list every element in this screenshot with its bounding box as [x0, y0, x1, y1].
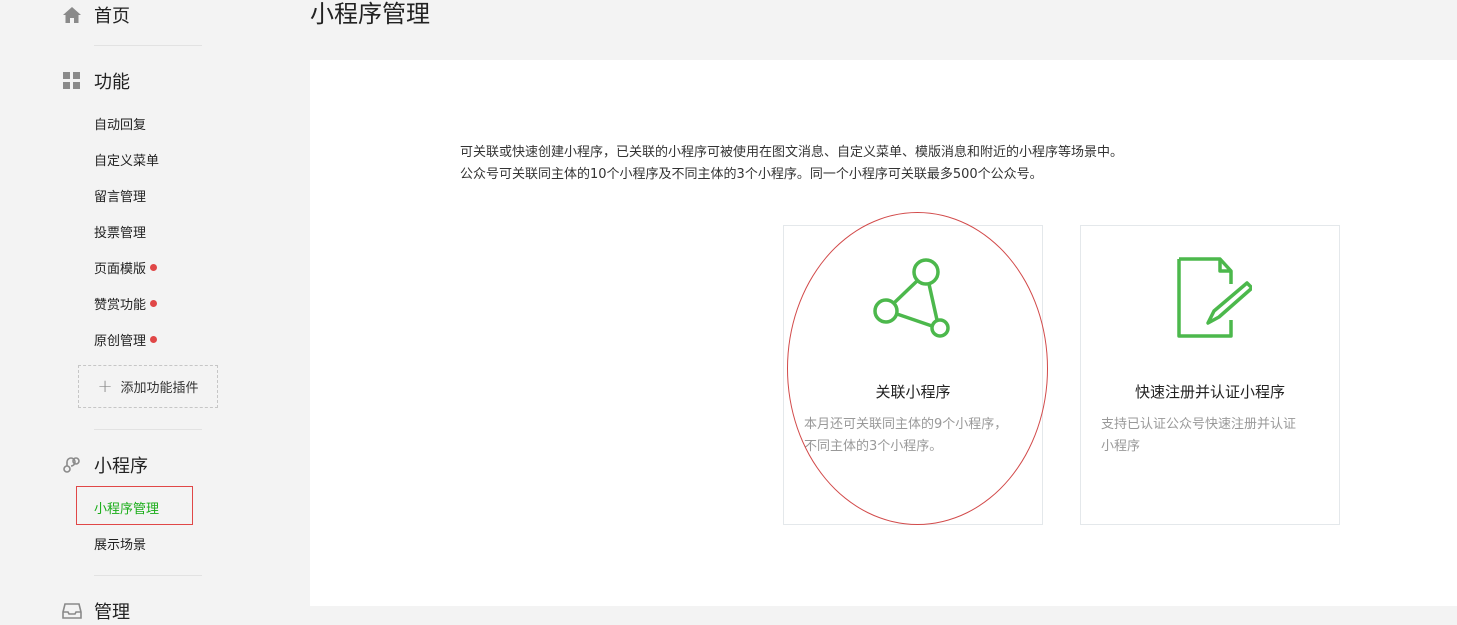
- add-plugin-label: 添加功能插件: [120, 381, 199, 396]
- sidebar-item-auto-reply[interactable]: 自动回复: [94, 113, 146, 133]
- home-icon: [62, 5, 82, 25]
- link-miniprogram-card[interactable]: 关联小程序 本月还可关联同主体的9个小程序， 不同主体的3个小程序。: [783, 225, 1043, 525]
- card-desc-line: 支持已认证公众号快速注册并认证: [1101, 417, 1297, 432]
- sidebar-item-label: 展示场景: [94, 537, 147, 553]
- sidebar-item-label: 自定义菜单: [94, 153, 160, 169]
- page-title: 小程序管理: [310, 0, 430, 28]
- sidebar-features-header: 功能: [62, 68, 130, 94]
- card-description: 支持已认证公众号快速注册并认证 小程序: [1101, 414, 1321, 458]
- divider: [94, 45, 202, 46]
- sidebar-features-label: 功能: [94, 72, 130, 93]
- sidebar-miniprogram-label: 小程序: [94, 456, 148, 477]
- sidebar-item-label: 投票管理: [94, 225, 147, 241]
- sidebar-item-label: 页面模版: [94, 261, 147, 277]
- annotation-box: [76, 486, 193, 525]
- divider: [94, 575, 202, 576]
- card-desc-line: 小程序: [1101, 439, 1141, 454]
- divider: [94, 429, 202, 430]
- sidebar-item-label: 赞赏功能: [94, 297, 147, 313]
- grid-icon: [62, 71, 82, 91]
- sidebar-item-original[interactable]: 原创管理: [94, 329, 158, 349]
- inbox-icon: [62, 601, 82, 621]
- sidebar-miniprogram-header: 小程序: [62, 452, 148, 478]
- card-desc-line: 本月还可关联同主体的9个小程序，: [804, 417, 1008, 432]
- sidebar-item-votes[interactable]: 投票管理: [94, 221, 146, 241]
- description-line: 公众号可关联同主体的10个小程序及不同主体的3个小程序。同一个小程序可关联最多5…: [460, 167, 1043, 182]
- sidebar-home[interactable]: 首页: [62, 2, 130, 28]
- card-title: 快速注册并认证小程序: [1134, 383, 1285, 401]
- description-line: 可关联或快速创建小程序，已关联的小程序可被使用在图文消息、自定义菜单、模版消息和…: [460, 145, 1124, 160]
- card-description: 本月还可关联同主体的9个小程序， 不同主体的3个小程序。: [804, 414, 1024, 458]
- sidebar-manage-label: 管理: [94, 602, 130, 623]
- page-description: 可关联或快速创建小程序，已关联的小程序可被使用在图文消息、自定义菜单、模版消息和…: [460, 142, 1123, 186]
- network-nodes-icon: [871, 256, 955, 350]
- new-badge-dot: [150, 263, 158, 271]
- sidebar-item-label: 留言管理: [94, 189, 147, 205]
- new-badge-dot: [150, 335, 158, 343]
- sidebar-item-appreciation[interactable]: 赞赏功能: [94, 293, 158, 313]
- sidebar-item-label: 原创管理: [94, 333, 147, 349]
- sidebar-manage-header: 管理: [62, 598, 130, 624]
- sidebar-item-custom-menu[interactable]: 自定义菜单: [94, 149, 159, 169]
- link-icon: [62, 455, 82, 475]
- sidebar-home-label: 首页: [94, 6, 130, 27]
- add-plugin-button[interactable]: + 添加功能插件: [78, 365, 218, 408]
- main-panel: 可关联或快速创建小程序，已关联的小程序可被使用在图文消息、自定义菜单、模版消息和…: [310, 60, 1457, 606]
- plus-icon: +: [97, 376, 113, 397]
- document-edit-icon: [1168, 256, 1254, 350]
- sidebar-item-label: 自动回复: [94, 117, 147, 133]
- card-title: 关联小程序: [875, 383, 951, 401]
- sidebar-item-page-templates[interactable]: 页面模版: [94, 257, 158, 277]
- new-badge-dot: [150, 299, 158, 307]
- card-desc-line: 不同主体的3个小程序。: [804, 439, 943, 454]
- register-miniprogram-card[interactable]: 快速注册并认证小程序 支持已认证公众号快速注册并认证 小程序: [1080, 225, 1340, 525]
- sidebar: 首页 功能 自动回复 自定义菜单 留言管理 投票管理 页面模版 赞赏功能 原创管…: [0, 0, 290, 625]
- sidebar-item-display-scenes[interactable]: 展示场景: [94, 533, 146, 553]
- sidebar-item-comments[interactable]: 留言管理: [94, 185, 146, 205]
